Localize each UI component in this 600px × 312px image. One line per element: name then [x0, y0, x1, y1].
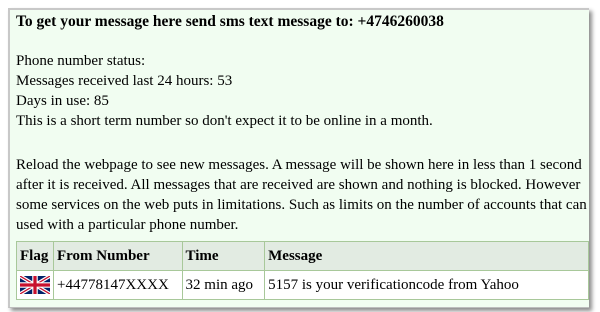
- time-column-header: Time: [181, 241, 266, 271]
- reload-info-paragraph: Reload the webpage to see new messages. …: [16, 155, 589, 235]
- message-column-header: Message: [264, 241, 589, 271]
- flag-column-header: Flag: [16, 241, 54, 271]
- time-cell: 32 min ago: [181, 270, 266, 300]
- info-line: used with a particular phone number.: [16, 217, 239, 233]
- page-title: To get your message here send sms text m…: [16, 13, 444, 30]
- phone-status-block: Phone number status: Messages received l…: [16, 51, 433, 131]
- info-line: after it is received. All messages that …: [16, 177, 581, 193]
- messages-table: Flag From Number Time Message +44778147X…: [16, 241, 589, 300]
- short-term-note: This is a short term number so don't exp…: [16, 113, 433, 129]
- flag-cell: [16, 270, 54, 300]
- message-cell: 5157 is your verificationcode from Yahoo: [264, 270, 589, 300]
- info-line: Reload the webpage to see new messages. …: [16, 157, 582, 173]
- table-row: +44778147XXXX 32 min ago 5157 is your ve…: [16, 270, 589, 300]
- table-header-row: Flag From Number Time Message: [16, 241, 589, 271]
- days-in-use: Days in use: 85: [16, 93, 109, 109]
- status-label: Phone number status:: [16, 53, 146, 69]
- from-number-column-header: From Number: [53, 241, 183, 271]
- from-number-cell: +44778147XXXX: [53, 270, 183, 300]
- messages-received-count: Messages received last 24 hours: 53: [16, 73, 233, 89]
- uk-flag-icon: [19, 274, 51, 296]
- page-panel: To get your message here send sms text m…: [8, 8, 589, 308]
- info-line: some services on the web puts in limitat…: [16, 197, 589, 213]
